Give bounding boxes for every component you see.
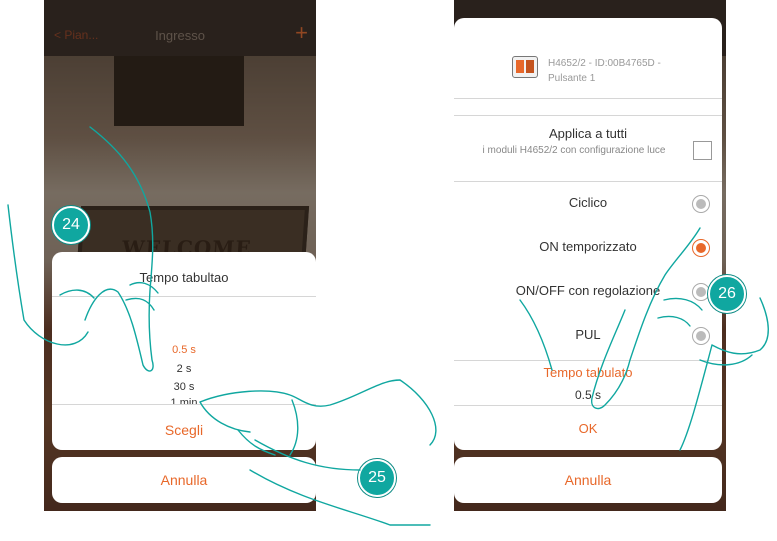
settings-sheet: H4652/2 - ID:00B4765D - Pulsante 1 Appli… (454, 18, 722, 450)
device-module-icon (512, 56, 538, 78)
device-button: Pulsante 1 (548, 73, 596, 84)
mode-label: PUL (575, 327, 601, 342)
radio-button[interactable] (692, 327, 710, 345)
apply-all-description: i moduli H4652/2 con configurazione luce (482, 145, 666, 156)
time-setting-value: 0.5 s (574, 388, 601, 402)
radio-button-selected[interactable] (692, 239, 710, 257)
radio-button[interactable] (692, 195, 710, 213)
cancel-button[interactable]: Annulla (52, 457, 316, 503)
time-picker-sheet: Tempo tabultao 0.5 s 2 s 30 s 1 min Sceg… (52, 252, 316, 450)
divider (454, 405, 722, 406)
time-option[interactable]: 2 s (52, 363, 316, 375)
mode-label: ON/OFF con regolazione (515, 283, 661, 298)
cancel-button[interactable]: Annulla (454, 457, 722, 503)
time-option[interactable]: 30 s (52, 381, 316, 393)
mode-label: ON temporizzato (539, 239, 637, 254)
time-setting-label[interactable]: Tempo tabulato (454, 365, 722, 380)
apply-all-checkbox[interactable] (693, 141, 712, 160)
divider (454, 360, 722, 361)
time-option[interactable]: 1 min (52, 397, 316, 404)
mode-option-pul[interactable]: PUL (454, 314, 722, 358)
cancel-button-container: Annulla (454, 457, 722, 503)
step-badge: 24 (52, 206, 90, 244)
step-badge: 25 (358, 459, 396, 497)
picker-title: Tempo tabultao (139, 270, 229, 285)
mode-option-on-off-regolazione[interactable]: ON/OFF con regolazione (454, 270, 722, 314)
mode-option-on-temporizzato[interactable]: ON temporizzato (454, 226, 722, 270)
divider (52, 404, 316, 405)
cancel-button-container: Annulla (52, 457, 316, 503)
divider (454, 115, 722, 116)
mode-option-ciclico[interactable]: Ciclico (454, 182, 722, 226)
right-phone-screen: H4652/2 - ID:00B4765D - Pulsante 1 Appli… (454, 0, 726, 511)
left-phone-screen: < Pian... Ingresso + WELCOME Tempo tabul… (44, 0, 316, 511)
choose-button[interactable]: Scegli (52, 422, 316, 438)
device-id: H4652/2 - ID:00B4765D - (548, 58, 661, 69)
apply-all-label: Applica a tutti (548, 126, 628, 141)
divider (52, 296, 316, 297)
mode-label: Ciclico (568, 195, 608, 210)
ok-button[interactable]: OK (454, 421, 722, 436)
time-option[interactable]: 0.5 s (52, 344, 316, 356)
divider (454, 98, 722, 99)
step-badge: 26 (708, 275, 746, 313)
device-info: H4652/2 - ID:00B4765D - Pulsante 1 (548, 56, 708, 86)
